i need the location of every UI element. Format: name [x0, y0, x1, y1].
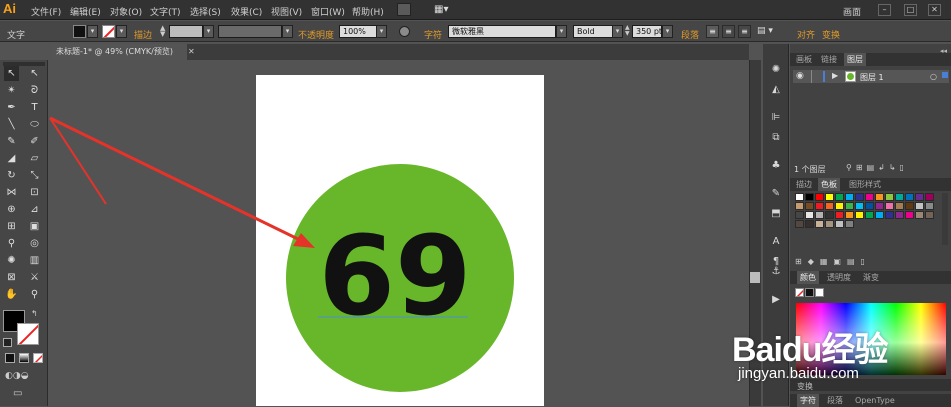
- swatch[interactable]: [815, 202, 824, 210]
- tab-links[interactable]: 链接: [818, 53, 840, 66]
- layer-actions-icons[interactable]: ⚲⊞▤↲↳▯: [846, 163, 946, 172]
- tab-layers[interactable]: 图层: [844, 53, 866, 66]
- swatch-scrollbar[interactable]: [942, 193, 948, 245]
- align-icon[interactable]: ⊫: [767, 110, 785, 126]
- swatch[interactable]: [865, 193, 874, 201]
- swatch[interactable]: [895, 202, 904, 210]
- tab-transform[interactable]: 变换: [797, 381, 813, 392]
- swatch[interactable]: [805, 220, 814, 228]
- swatch[interactable]: [875, 202, 884, 210]
- swatch[interactable]: [865, 202, 874, 210]
- tab-paragraph[interactable]: 段落: [824, 394, 846, 407]
- swatch[interactable]: [845, 220, 854, 228]
- expand-triangle-icon[interactable]: ▶: [832, 71, 838, 80]
- layer-thumbnail: [845, 71, 856, 82]
- swatch-panel-tabs: 描边 色板 图形样式: [790, 178, 951, 191]
- swatch[interactable]: [855, 211, 864, 219]
- character-icon[interactable]: A: [767, 234, 785, 250]
- swatch[interactable]: [915, 202, 924, 210]
- swatch[interactable]: [905, 211, 914, 219]
- tab-stroke[interactable]: 描边: [793, 178, 815, 191]
- graphic-styles-icon[interactable]: ⬒: [767, 206, 785, 222]
- layer-count: 1 个图层: [794, 165, 826, 174]
- swatch[interactable]: [805, 211, 814, 219]
- appearance-icon[interactable]: ◭: [767, 82, 785, 98]
- swatch[interactable]: [925, 202, 934, 210]
- lock-column[interactable]: [811, 70, 812, 83]
- swatch[interactable]: [825, 202, 834, 210]
- baidu-watermark-url: jingyan.baidu.com: [738, 365, 859, 382]
- number-text[interactable]: 69: [318, 212, 471, 340]
- swatch[interactable]: [875, 193, 884, 201]
- symbols-icon[interactable]: ♣: [767, 158, 785, 174]
- tab-color[interactable]: 颜色: [797, 271, 819, 284]
- swatch[interactable]: [815, 211, 824, 219]
- tab-opentype[interactable]: OpenType: [852, 394, 898, 407]
- layer-color-bar: [823, 71, 825, 82]
- brushes-icon[interactable]: ✎: [767, 186, 785, 202]
- tab-swatches[interactable]: 色板: [818, 178, 840, 191]
- opentype-icon[interactable]: ⚓: [767, 264, 785, 280]
- swatch[interactable]: [835, 211, 844, 219]
- color-white-swatch[interactable]: [815, 288, 824, 297]
- color-stroke-swatch[interactable]: [795, 288, 804, 297]
- swatch[interactable]: [795, 193, 804, 201]
- layer-name[interactable]: 图层 1: [860, 72, 884, 83]
- tab-transparency[interactable]: 透明度: [824, 271, 854, 284]
- swatch[interactable]: [795, 211, 804, 219]
- target-icon[interactable]: ○: [930, 72, 937, 81]
- tab-artboards[interactable]: 画板: [793, 53, 815, 66]
- color-black-swatch[interactable]: [805, 288, 814, 297]
- swatch[interactable]: [845, 202, 854, 210]
- swatch[interactable]: [885, 193, 894, 201]
- swatch[interactable]: [895, 211, 904, 219]
- swatch[interactable]: [875, 211, 884, 219]
- swatch[interactable]: [815, 193, 824, 201]
- baidu-watermark-logo: Baidu经验: [732, 331, 888, 369]
- swatch[interactable]: [855, 193, 864, 201]
- swatch[interactable]: [825, 193, 834, 201]
- swatch[interactable]: [805, 193, 814, 201]
- swatch[interactable]: [915, 211, 924, 219]
- swatch[interactable]: [865, 211, 874, 219]
- color-panel-tabs: 颜色 透明度 渐变: [790, 271, 951, 284]
- swatch[interactable]: [855, 202, 864, 210]
- annotation-arrow: [49, 116, 301, 242]
- swatch[interactable]: [825, 220, 834, 228]
- swatch[interactable]: [815, 220, 824, 228]
- swatch[interactable]: [925, 211, 934, 219]
- swatch[interactable]: [895, 193, 904, 201]
- swatch[interactable]: [885, 202, 894, 210]
- layers-panel-tabs: 画板 链接 图层: [790, 53, 951, 66]
- swatch[interactable]: [835, 202, 844, 210]
- swatch-grid[interactable]: [795, 193, 935, 228]
- swatch-actions-icons[interactable]: ⊞◆▦▣▤▯: [795, 257, 945, 266]
- tab-graphic-styles[interactable]: 图形样式: [846, 178, 884, 191]
- swatch[interactable]: [835, 220, 844, 228]
- swatch[interactable]: [795, 220, 804, 228]
- swatch[interactable]: [905, 202, 914, 210]
- type-panel-tabs: 字符 段落 OpenType: [790, 394, 951, 407]
- visibility-eye-icon[interactable]: ◉: [796, 71, 804, 81]
- color-guide-icon[interactable]: ✺: [767, 62, 785, 78]
- tab-character[interactable]: 字符: [797, 394, 819, 407]
- swatch[interactable]: [885, 211, 894, 219]
- selection-indicator[interactable]: [942, 72, 948, 78]
- swatch[interactable]: [835, 193, 844, 201]
- collapse-panel-icon[interactable]: ◂◂: [940, 47, 947, 55]
- swatch[interactable]: [795, 202, 804, 210]
- swatch[interactable]: [825, 211, 834, 219]
- tab-gradient[interactable]: 渐变: [860, 271, 882, 284]
- swatch[interactable]: [805, 202, 814, 210]
- swatch[interactable]: [915, 193, 924, 201]
- actions-icon[interactable]: ▶: [767, 292, 785, 308]
- swatch[interactable]: [845, 193, 854, 201]
- scrollbar-thumb[interactable]: [750, 272, 760, 283]
- swatch[interactable]: [845, 211, 854, 219]
- pathfinder-icon[interactable]: ⧉: [767, 130, 785, 146]
- swatch[interactable]: [925, 193, 934, 201]
- swatch[interactable]: [905, 193, 914, 201]
